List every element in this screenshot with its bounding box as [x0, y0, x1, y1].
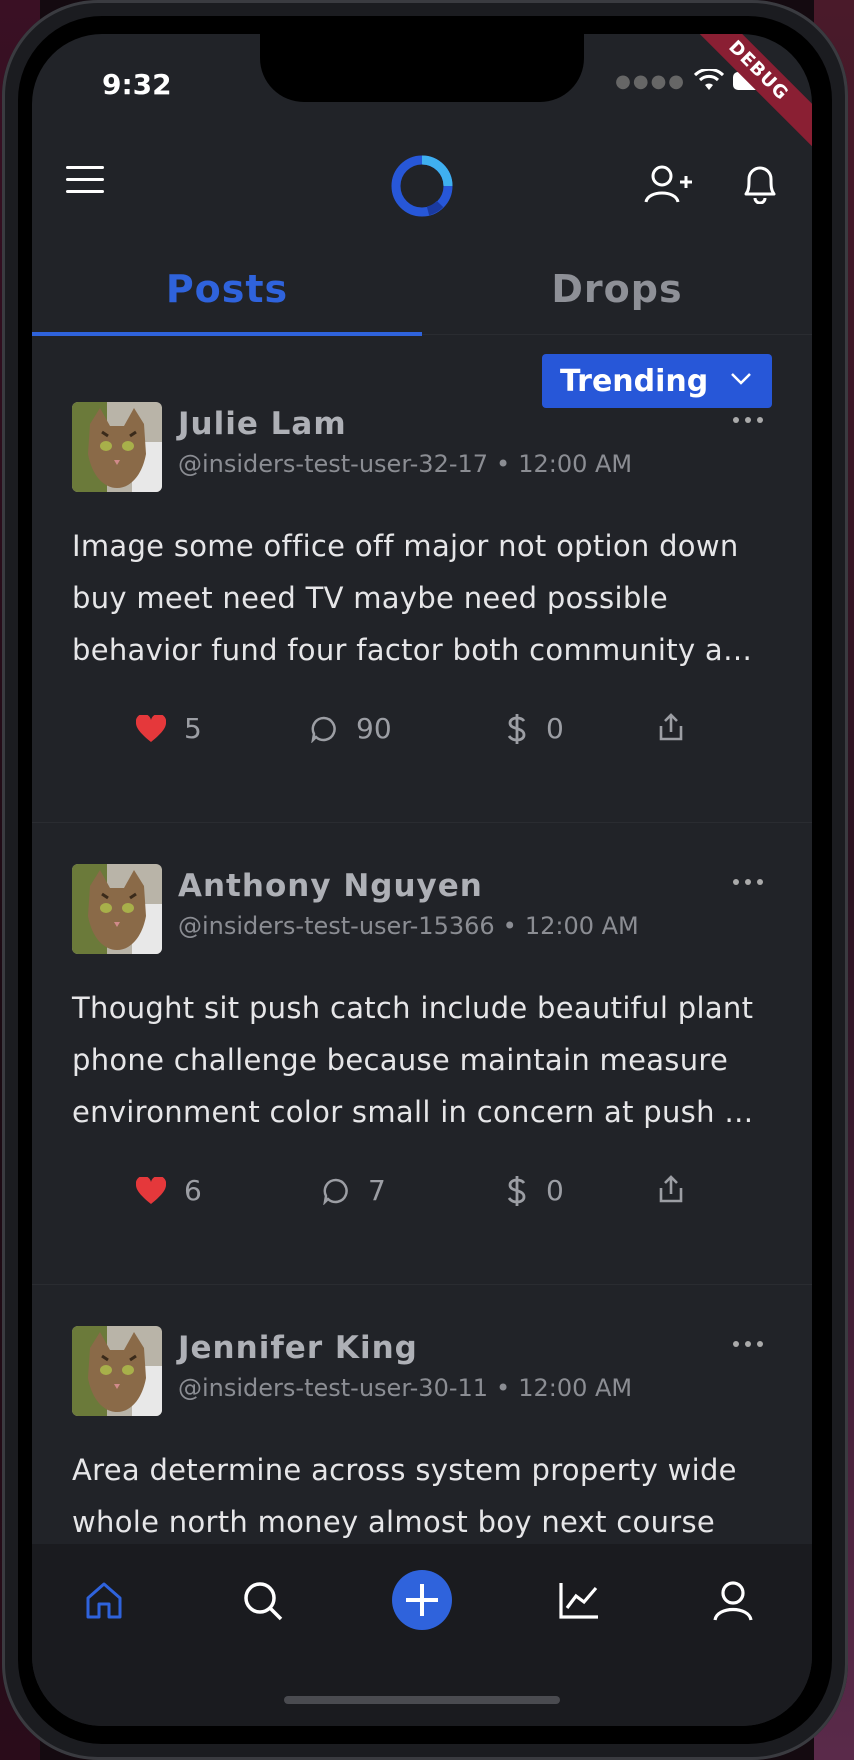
- post-card[interactable]: Anthony Nguyen @insiders-test-user-15366…: [32, 824, 812, 1285]
- tip-count: 0: [546, 1174, 564, 1207]
- author-handle[interactable]: @insiders-test-user-15366: [178, 912, 495, 940]
- more-options-icon[interactable]: [732, 878, 764, 886]
- comment-count: 7: [368, 1174, 386, 1207]
- comment-button[interactable]: 90: [310, 712, 392, 745]
- feed-tabs: Posts Drops: [32, 254, 812, 336]
- home-icon[interactable]: [84, 1580, 124, 1620]
- like-count: 5: [184, 712, 202, 745]
- post-meta: @insiders-test-user-15366 • 12:00 AM: [178, 912, 639, 940]
- post-actions: 6 7 0: [32, 1174, 812, 1214]
- like-count: 6: [184, 1174, 202, 1207]
- post-actions: 5 90 0: [32, 712, 812, 752]
- app-screen: 9:32 ●●●● DEBUG Posts Drops Trending Jul…: [32, 34, 812, 1726]
- like-button[interactable]: 5: [136, 712, 202, 745]
- home-indicator: [284, 1696, 560, 1704]
- notch: [260, 34, 584, 102]
- app-logo: [391, 155, 453, 217]
- author-name[interactable]: Julie Lam: [178, 406, 347, 442]
- heart-icon: [136, 1176, 166, 1204]
- share-icon: [659, 1175, 683, 1203]
- tip-count: 0: [546, 712, 564, 745]
- comment-button[interactable]: 7: [322, 1174, 386, 1207]
- avatar[interactable]: [72, 864, 162, 954]
- separator-dot: •: [496, 450, 511, 478]
- post-meta: @insiders-test-user-32-17 • 12:00 AM: [178, 450, 632, 478]
- post-time: 12:00 AM: [518, 1374, 633, 1402]
- sort-dropdown[interactable]: Trending: [542, 354, 772, 408]
- tab-drops[interactable]: Drops: [422, 254, 812, 334]
- post-time: 12:00 AM: [524, 912, 639, 940]
- search-icon[interactable]: [242, 1580, 284, 1622]
- separator-dot: •: [502, 912, 517, 940]
- profile-icon[interactable]: [712, 1580, 754, 1622]
- post-text[interactable]: Thought sit push catch include beautiful…: [72, 982, 772, 1138]
- author-name[interactable]: Anthony Nguyen: [178, 868, 483, 904]
- dollar-icon: [507, 713, 526, 744]
- wifi-icon: [694, 69, 724, 90]
- comment-icon: [311, 716, 336, 743]
- share-icon: [659, 713, 683, 741]
- signal-icon: ●●●●: [615, 70, 686, 92]
- tab-indicator: [32, 332, 422, 336]
- create-post-icon[interactable]: [392, 1570, 452, 1630]
- dollar-icon: [507, 1175, 526, 1206]
- post-time: 12:00 AM: [518, 450, 633, 478]
- avatar[interactable]: [72, 402, 162, 492]
- post-meta: @insiders-test-user-30-11 • 12:00 AM: [178, 1374, 632, 1402]
- post-text[interactable]: Area determine across system property wi…: [72, 1444, 772, 1548]
- avatar[interactable]: [72, 1326, 162, 1416]
- add-user-icon[interactable]: [644, 164, 692, 204]
- status-time: 9:32: [102, 68, 172, 101]
- heart-icon: [136, 714, 166, 742]
- post-text[interactable]: Image some office off major not option d…: [72, 520, 772, 676]
- chevron-down-icon: [731, 373, 751, 385]
- sort-label: Trending: [560, 363, 709, 399]
- chart-icon[interactable]: [558, 1580, 600, 1620]
- more-options-icon[interactable]: [732, 416, 764, 424]
- phone-frame: 9:32 ●●●● DEBUG Posts Drops Trending Jul…: [2, 0, 848, 1760]
- separator-dot: •: [496, 1374, 511, 1402]
- tab-posts[interactable]: Posts: [32, 254, 422, 334]
- bell-icon[interactable]: [740, 162, 780, 204]
- author-handle[interactable]: @insiders-test-user-30-11: [178, 1374, 488, 1402]
- like-button[interactable]: 6: [136, 1174, 202, 1207]
- author-name[interactable]: Jennifer King: [178, 1330, 418, 1366]
- share-button[interactable]: [658, 1174, 684, 1204]
- comment-icon: [323, 1178, 348, 1205]
- more-options-icon[interactable]: [732, 1340, 764, 1348]
- author-handle[interactable]: @insiders-test-user-32-17: [178, 450, 488, 478]
- tip-button[interactable]: 0: [506, 712, 564, 745]
- post-card[interactable]: Julie Lam @insiders-test-user-32-17 • 12:0…: [32, 362, 812, 823]
- menu-icon[interactable]: [66, 164, 104, 196]
- app-bar: [32, 134, 812, 234]
- comment-count: 90: [356, 712, 392, 745]
- tip-button[interactable]: 0: [506, 1174, 564, 1207]
- share-button[interactable]: [658, 712, 684, 742]
